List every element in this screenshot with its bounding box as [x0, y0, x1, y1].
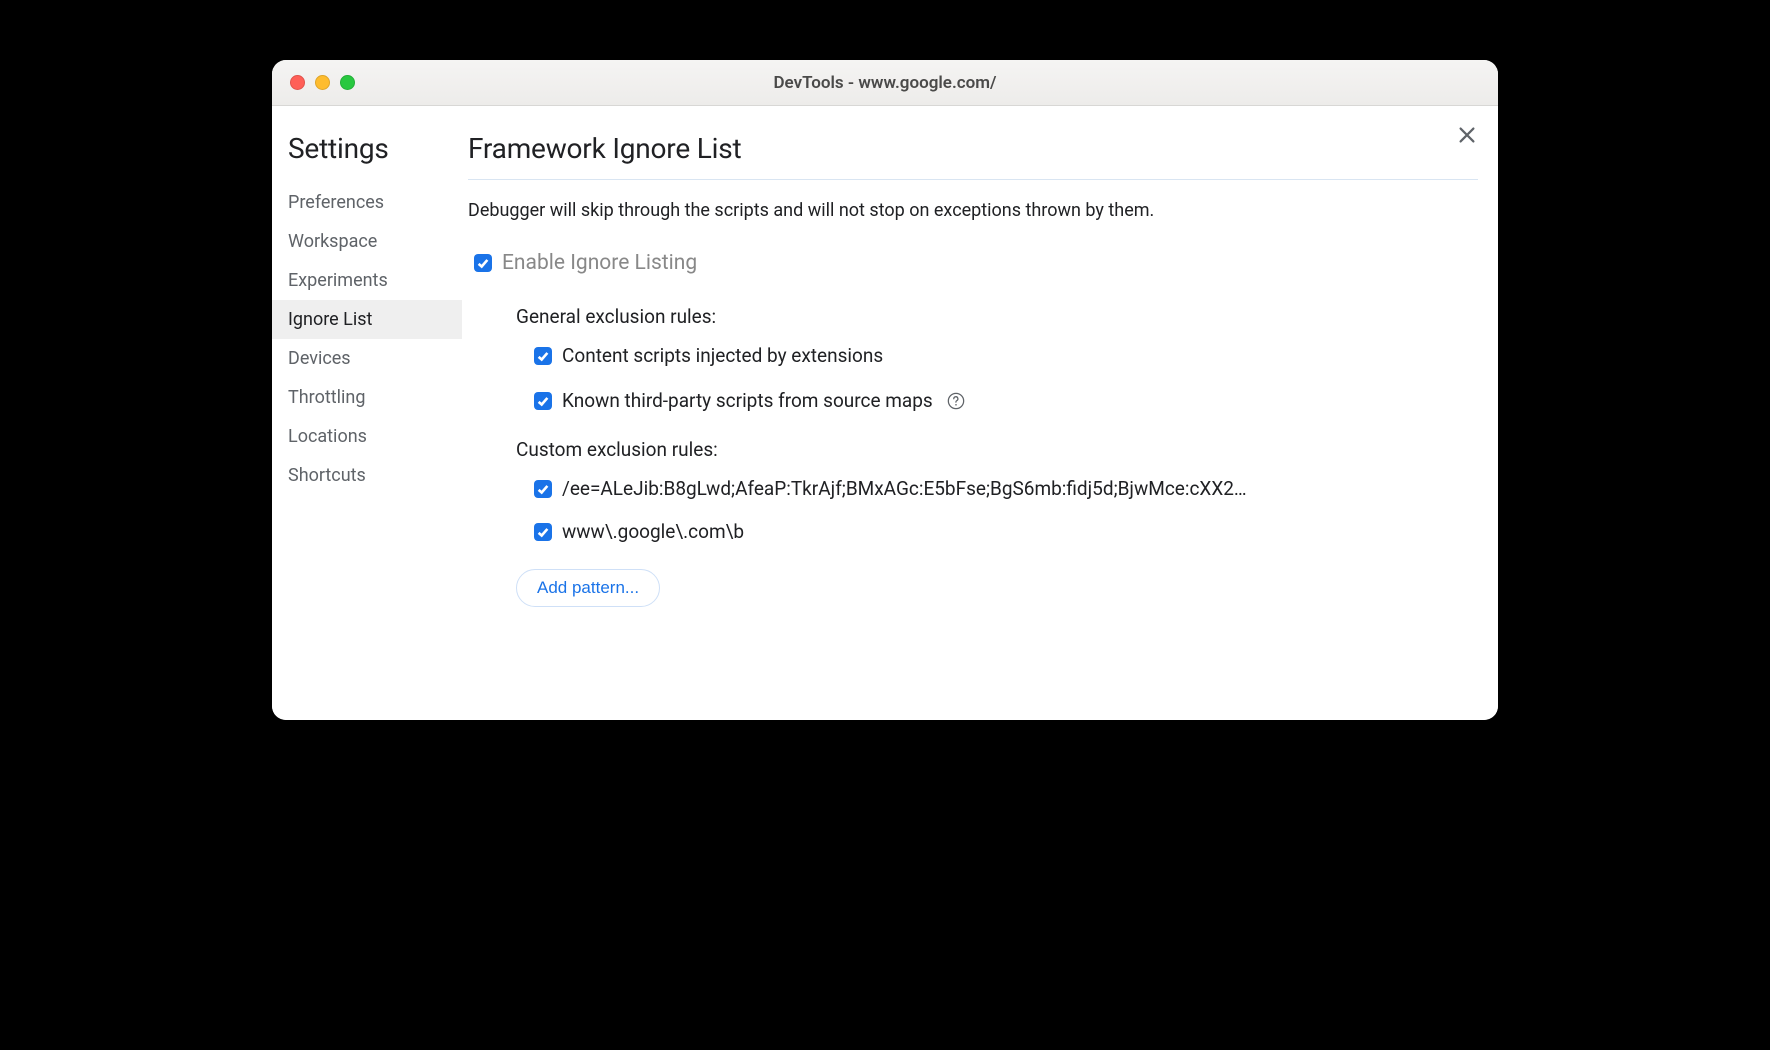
general-rule-row: Content scripts injected by extensions: [534, 344, 1478, 367]
minimize-window-button[interactable]: [315, 75, 330, 90]
add-pattern-button[interactable]: Add pattern...: [516, 569, 660, 607]
window-title: DevTools - www.google.com/: [272, 73, 1498, 93]
maximize-window-button[interactable]: [340, 75, 355, 90]
enable-ignore-listing-label: Enable Ignore Listing: [502, 251, 697, 275]
custom-rule-label-0: /ee=ALeJib:B8gLwd;AfeaP:TkrAjf;BMxAGc:E5…: [562, 477, 1247, 500]
custom-rule-row: www\.google\.com\b: [534, 520, 1294, 543]
page-title: Framework Ignore List: [468, 132, 1478, 165]
window-body: Settings Preferences Workspace Experimen…: [272, 106, 1498, 720]
sidebar-title: Settings: [272, 132, 462, 165]
custom-rules-heading: Custom exclusion rules:: [516, 438, 1478, 461]
sidebar-item-workspace[interactable]: Workspace: [272, 222, 462, 261]
main-panel: Framework Ignore List Debugger will skip…: [462, 106, 1498, 720]
custom-rule-label-1: www\.google\.com\b: [562, 520, 744, 543]
help-icon[interactable]: [947, 392, 965, 410]
sidebar-item-shortcuts[interactable]: Shortcuts: [272, 456, 462, 495]
content-scripts-label: Content scripts injected by extensions: [562, 344, 883, 367]
content-scripts-checkbox[interactable]: [534, 347, 552, 365]
sidebar-item-locations[interactable]: Locations: [272, 417, 462, 456]
devtools-window: DevTools - www.google.com/ Settings Pref…: [272, 60, 1498, 720]
third-party-scripts-checkbox[interactable]: [534, 392, 552, 410]
sidebar-item-experiments[interactable]: Experiments: [272, 261, 462, 300]
divider: [468, 179, 1478, 180]
custom-rule-checkbox-0[interactable]: [534, 480, 552, 498]
sidebar-item-devices[interactable]: Devices: [272, 339, 462, 378]
close-icon[interactable]: [1456, 124, 1478, 150]
sidebar-item-ignore-list[interactable]: Ignore List: [272, 300, 462, 339]
titlebar: DevTools - www.google.com/: [272, 60, 1498, 106]
description-text: Debugger will skip through the scripts a…: [468, 200, 1478, 221]
sidebar-item-throttling[interactable]: Throttling: [272, 378, 462, 417]
settings-sidebar: Settings Preferences Workspace Experimen…: [272, 106, 462, 720]
sidebar-item-preferences[interactable]: Preferences: [272, 183, 462, 222]
enable-ignore-listing-row: Enable Ignore Listing: [474, 251, 1478, 275]
enable-ignore-listing-checkbox[interactable]: [474, 254, 492, 272]
custom-rule-checkbox-1[interactable]: [534, 523, 552, 541]
traffic-lights: [290, 75, 355, 90]
close-window-button[interactable]: [290, 75, 305, 90]
general-rules-heading: General exclusion rules:: [516, 305, 1478, 328]
general-rule-row: Known third-party scripts from source ma…: [534, 389, 1478, 412]
third-party-scripts-label: Known third-party scripts from source ma…: [562, 389, 933, 412]
custom-rule-row: /ee=ALeJib:B8gLwd;AfeaP:TkrAjf;BMxAGc:E5…: [534, 477, 1294, 500]
